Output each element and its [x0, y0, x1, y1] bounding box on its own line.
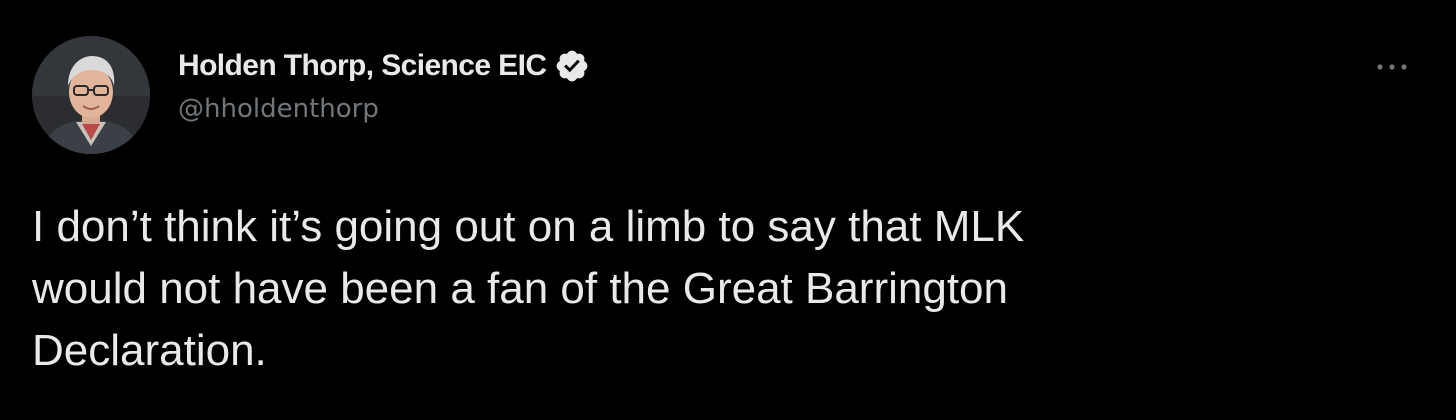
more-options-button[interactable] — [1370, 52, 1414, 82]
author-display-name[interactable]: Holden Thorp, Science EIC — [178, 49, 547, 83]
author-handle[interactable]: @hholdenthorp — [178, 94, 590, 124]
more-options-icon — [1377, 64, 1407, 70]
avatar-photo — [32, 36, 150, 154]
tweet-header: Holden Thorp, Science EIC @hholdenthorp — [178, 46, 590, 124]
tweet-text-line: would not have been a fan of the Great B… — [32, 264, 1008, 313]
tweet-text-line: I don’t think it’s going out on a limb t… — [32, 202, 1025, 251]
avatar[interactable] — [32, 36, 150, 154]
tweet-text: I don’t think it’s going out on a limb t… — [32, 196, 1412, 382]
tweet-text-line: Declaration. — [32, 326, 267, 375]
verified-badge-icon[interactable] — [554, 48, 590, 84]
author-name-row: Holden Thorp, Science EIC — [178, 46, 590, 86]
tweet-card: Holden Thorp, Science EIC @hholdenthorp … — [0, 0, 1456, 420]
